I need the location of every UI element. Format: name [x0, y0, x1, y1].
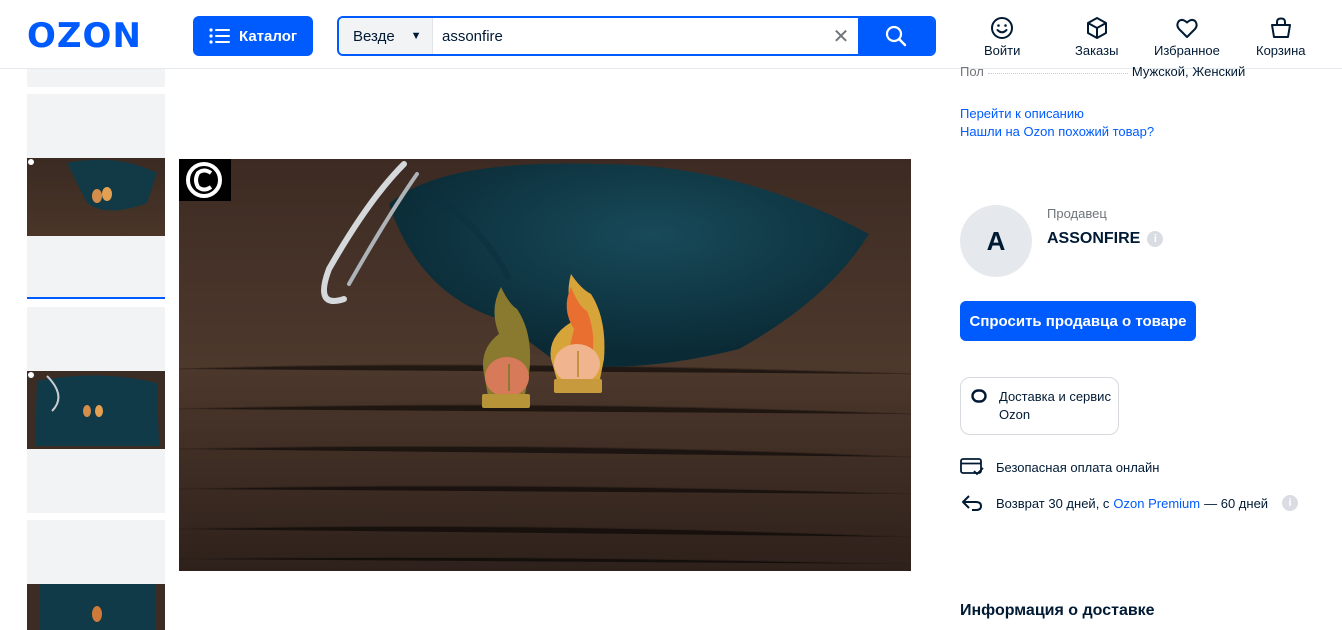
smile-icon	[991, 17, 1014, 39]
box-icon	[1086, 17, 1107, 39]
search-icon	[885, 25, 907, 47]
go-to-description-link[interactable]: Перейти к описанию	[960, 106, 1084, 121]
nav-login-label: Войти	[984, 43, 1021, 58]
property-value: Мужской, Женский	[1131, 64, 1246, 79]
ozon-premium-link[interactable]: Ozon Premium	[1113, 496, 1200, 511]
pins-photo-thumb	[27, 158, 165, 236]
catalog-label: Каталог	[239, 27, 298, 45]
nav-cart[interactable]: Корзина	[1256, 16, 1306, 58]
search-input[interactable]	[433, 18, 824, 54]
nav-favorites[interactable]: Избранное	[1154, 16, 1220, 58]
clear-icon[interactable]: ✕	[824, 18, 858, 54]
nav-cart-label: Корзина	[1256, 43, 1306, 58]
nav-favorites-label: Избранное	[1154, 43, 1220, 58]
seller-name[interactable]: ASSONFIRE i	[1047, 230, 1164, 248]
card-check-icon	[960, 458, 984, 476]
delivery-info-heading: Информация о доставке	[960, 602, 1155, 619]
ask-seller-button[interactable]: Спросить продавца о товаре	[960, 301, 1196, 341]
seller-name-text: ASSONFIRE	[1047, 230, 1141, 247]
seller-caption: Продавец	[1047, 206, 1107, 221]
caret-down-icon: ▼	[410, 30, 422, 42]
nav-orders[interactable]: Заказы	[1075, 16, 1118, 58]
heart-icon	[1176, 19, 1198, 38]
return-policy-row: Возврат 30 дней, с Ozon Premium — 60 дне…	[960, 494, 1299, 512]
return-text-start: Возврат 30 дней, с	[996, 495, 1110, 511]
thumbnail-1-image[interactable]	[27, 158, 165, 236]
thumbnail-partial[interactable]	[27, 69, 165, 87]
info-icon[interactable]: i	[1147, 231, 1164, 247]
secure-payment-label: Безопасная оплата онлайн	[996, 459, 1160, 475]
pouch-photo-thumb-2	[27, 584, 165, 630]
nav-login[interactable]: Войти	[984, 16, 1020, 58]
delivery-service-card[interactable]: Доставка и сервис Ozon	[960, 377, 1119, 435]
seller-avatar[interactable]: A	[960, 205, 1032, 277]
ozon-delivery-icon	[971, 389, 987, 403]
nav-orders-label: Заказы	[1075, 43, 1119, 58]
property-dots	[987, 64, 1128, 74]
delivery-card-label: Доставка и сервис Ozon	[999, 389, 1111, 422]
search-bar: Везде ▼ ✕	[337, 16, 936, 56]
search-button[interactable]	[858, 18, 934, 54]
secure-payment-row: Безопасная оплата онлайн	[960, 458, 1159, 476]
ozon-logo[interactable]: OZON	[27, 18, 142, 54]
property-name: Пол	[960, 64, 984, 79]
pins-photo	[179, 159, 911, 571]
catalog-button[interactable]: Каталог	[193, 16, 313, 56]
return-info-icon[interactable]: i	[1282, 495, 1299, 511]
return-text-end: — 60 дней	[1204, 495, 1269, 511]
menu-icon	[209, 28, 230, 44]
return-arrow-icon	[962, 495, 983, 511]
property-gender: Пол Мужской, Женский	[960, 64, 1270, 79]
pouch-photo-thumb	[27, 371, 165, 449]
basket-icon	[1270, 17, 1291, 38]
search-scope-select[interactable]: Везде ▼	[339, 18, 433, 54]
header: OZON Каталог Везде ▼ ✕ Войти	[0, 0, 1342, 69]
main-product-image[interactable]	[179, 159, 911, 571]
search-scope-label: Везде	[353, 27, 395, 45]
thumbnail-2-image[interactable]	[27, 371, 165, 449]
similar-product-link[interactable]: Нашли на Ozon похожий товар?	[960, 124, 1154, 139]
thumbnail-active-indicator	[27, 297, 165, 299]
thumbnail-3-image[interactable]	[27, 584, 165, 630]
